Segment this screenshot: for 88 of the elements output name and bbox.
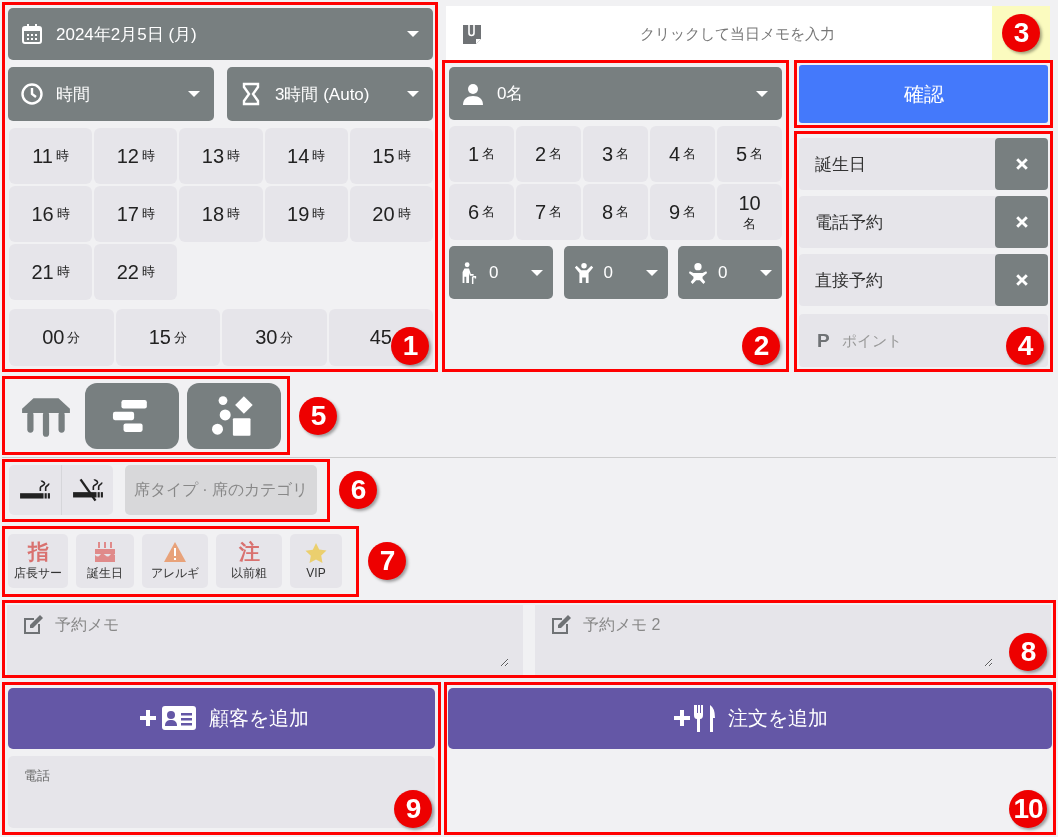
plus-cutlery-icon <box>672 703 716 734</box>
smoking-icon <box>19 479 51 502</box>
tag-label: 直接予約 <box>814 269 884 292</box>
confirm-button[interactable]: 確認 <box>799 65 1048 123</box>
person-icon <box>461 81 485 106</box>
hour-button[interactable]: 17 時 <box>94 186 178 242</box>
view-mode-button[interactable] <box>187 382 281 449</box>
flag-button[interactable]: アレルギ <box>142 534 208 589</box>
hour-button[interactable]: 12 時 <box>94 128 178 184</box>
caret-icon <box>407 31 419 37</box>
party-size-button[interactable]: 3 名 <box>583 126 648 182</box>
view-mode-button[interactable] <box>85 382 179 449</box>
age-count-select[interactable]: 0 <box>449 246 553 299</box>
minute-button[interactable]: 15 分 <box>115 309 220 366</box>
flag-button[interactable]: 指 店長サー <box>8 534 68 589</box>
no-smoking-icon <box>71 478 104 503</box>
party-size-button[interactable]: 1 名 <box>449 126 514 182</box>
callout-badge: 10 <box>1009 790 1047 828</box>
duration-select[interactable]: 3時間 (Auto) <box>227 67 433 121</box>
flag-button[interactable]: 誕生日 <box>76 534 134 589</box>
flag-button[interactable]: 注 以前粗 <box>216 534 282 589</box>
caret-icon <box>531 269 543 276</box>
flag-label: 店長サー <box>14 564 62 582</box>
phone-field[interactable]: 電話 <box>22 767 226 784</box>
hour-button[interactable]: 20 時 <box>349 186 433 242</box>
hour-button[interactable]: 19 時 <box>264 186 348 242</box>
remove-button[interactable] <box>995 254 1048 306</box>
hour-button[interactable]: 16 時 <box>9 186 93 242</box>
caret-icon <box>188 91 200 97</box>
day-memo-field[interactable]: クリックして当日メモを入力 <box>482 5 992 61</box>
party-size-button[interactable]: 5 名 <box>717 126 782 182</box>
callout-badge: 2 <box>742 327 780 365</box>
add-order-button[interactable]: 注文を追加 <box>448 688 1052 749</box>
baby-icon <box>688 261 708 284</box>
party-size-button[interactable]: 8 名 <box>583 184 648 240</box>
edit-icon <box>21 613 45 637</box>
add-customer-button[interactable]: 顧客を追加 <box>8 688 435 749</box>
age-count-select[interactable]: 0 <box>678 246 782 299</box>
clock-icon <box>20 82 44 106</box>
hour-button[interactable]: 11 時 <box>9 128 93 184</box>
party-size-button[interactable]: 10 名 <box>717 184 782 240</box>
flag-label: 誕生日 <box>87 564 123 582</box>
close-icon <box>1015 216 1028 228</box>
remove-button[interactable] <box>995 196 1048 248</box>
caret-icon <box>756 90 768 97</box>
hour-button[interactable]: 22 時 <box>94 244 178 300</box>
flag-label: 以前粗 <box>231 564 267 582</box>
calendar-icon <box>20 22 44 46</box>
flag-button[interactable]: VIP <box>290 534 342 589</box>
remove-button[interactable] <box>995 138 1048 190</box>
hour-button[interactable]: 21 時 <box>9 244 93 300</box>
flag-label: アレルギ <box>151 564 199 582</box>
tag-label: 電話予約 <box>814 211 884 234</box>
caret-icon <box>407 91 419 97</box>
tag-label: 誕生日 <box>814 153 867 176</box>
close-icon <box>1015 158 1028 170</box>
child-icon <box>573 261 594 284</box>
points-letter-icon: P <box>817 329 830 352</box>
flag-glyph: 注 <box>238 540 260 563</box>
hour-button[interactable]: 18 時 <box>179 186 263 242</box>
memo-field[interactable]: 予約メモ 2 <box>581 613 993 667</box>
caret-icon <box>760 269 772 276</box>
points-field[interactable]: ポイント <box>839 331 964 350</box>
memo-field[interactable]: 予約メモ <box>53 613 509 667</box>
caret-icon <box>645 269 658 276</box>
memo-panel[interactable]: 予約メモ <box>7 605 523 675</box>
time-select[interactable]: 時間 <box>8 67 214 121</box>
minute-button[interactable]: 30 分 <box>222 309 327 366</box>
minute-button[interactable]: 00 分 <box>9 309 114 366</box>
party-size-button[interactable]: 6 名 <box>449 184 514 240</box>
callout-badge: 7 <box>368 542 406 581</box>
callout-badge: 6 <box>339 471 377 510</box>
callout-badge: 5 <box>299 396 337 435</box>
age-count-select[interactable]: 0 <box>563 246 668 299</box>
close-icon <box>1015 274 1028 286</box>
hour-button[interactable]: 13 時 <box>179 128 263 184</box>
party-size-button[interactable]: 7 名 <box>516 184 581 240</box>
flag-glyph: 指 <box>27 540 49 563</box>
date-select[interactable]: 2024年2月5日 (月) <box>8 8 433 60</box>
day-memo-bar[interactable]: クリックして当日メモを入力 3 <box>446 6 1050 60</box>
hour-button[interactable]: 15 時 <box>349 128 433 184</box>
party-size-button[interactable]: 4 名 <box>650 126 715 182</box>
hour-button[interactable]: 14 時 <box>264 128 348 184</box>
party-size-button[interactable]: 9 名 <box>650 184 715 240</box>
party-size-select[interactable]: 0名 <box>449 67 782 120</box>
party-size-button[interactable]: 2 名 <box>516 126 581 182</box>
flag-label: VIP <box>306 566 326 581</box>
edit-icon <box>549 613 573 637</box>
